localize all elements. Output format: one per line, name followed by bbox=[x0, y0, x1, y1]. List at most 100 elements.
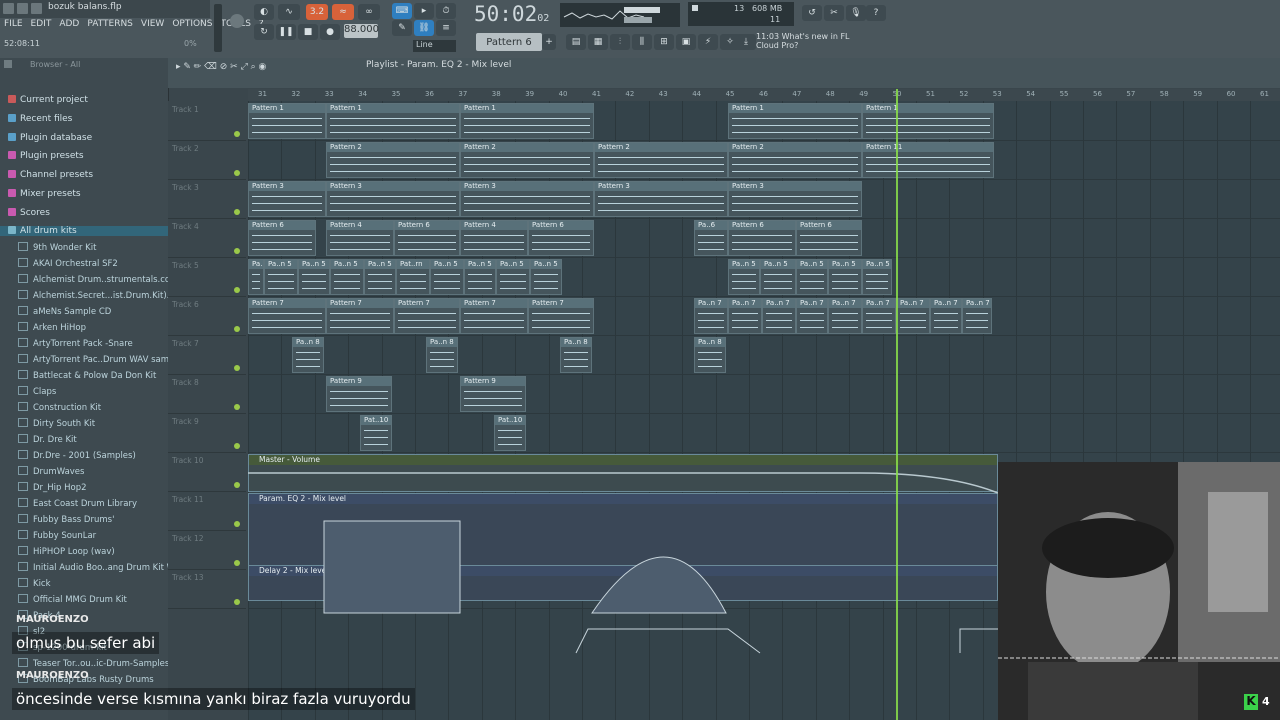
browser-section-5[interactable]: Mixer presets bbox=[8, 189, 81, 199]
track-mute-icon[interactable] bbox=[234, 365, 240, 371]
track-header[interactable]: Track 7 bbox=[168, 335, 246, 375]
timeline-ruler[interactable]: 3132333435363738394041424344454647484950… bbox=[248, 89, 1280, 101]
mixer-window-icon[interactable]: ⫼ bbox=[632, 34, 652, 50]
pause-button[interactable]: ❚❚ bbox=[276, 24, 296, 40]
track-header[interactable]: Track 6 bbox=[168, 296, 246, 336]
track-header[interactable]: Track 3 bbox=[168, 179, 246, 219]
pattern-song-icon[interactable]: ◐ bbox=[254, 4, 274, 20]
help-icon[interactable]: ? bbox=[866, 5, 886, 21]
tempo-display[interactable]: 88.000 bbox=[344, 24, 379, 38]
master-pitch-knob[interactable] bbox=[230, 14, 244, 28]
browser-icon[interactable]: ▣ bbox=[676, 34, 696, 50]
browser-folder-drum-kits[interactable]: All drum kits bbox=[0, 226, 168, 236]
menu-file[interactable]: FILE bbox=[4, 19, 23, 29]
blend-icon[interactable]: ∞ bbox=[358, 4, 380, 20]
browser-section-1[interactable]: Recent files bbox=[8, 113, 72, 124]
kit-item[interactable]: Fubby SounLar bbox=[18, 530, 96, 541]
kit-item[interactable]: Dirty South Kit bbox=[18, 418, 95, 429]
kit-item[interactable]: ArtyTorrent Pac..Drum WAV samples bbox=[18, 354, 186, 365]
kit-item[interactable]: Claps bbox=[18, 386, 56, 397]
track-header[interactable]: Track 2 bbox=[168, 140, 246, 180]
link-icon[interactable]: ⛓ bbox=[414, 20, 434, 36]
kit-item[interactable]: HiPHOP Loop (wav) bbox=[18, 546, 115, 557]
kit-item[interactable]: Initial Audio Boo..ang Drum Kit WiN bbox=[18, 562, 184, 573]
wait-icon[interactable]: ∿ bbox=[278, 4, 300, 20]
playlist-tools-icons[interactable]: ▸ ✎ ✏ ⌫ ⊘ ✂ ⤢ ⌕ ◉ bbox=[176, 62, 336, 74]
loop-icon[interactable]: ↻ bbox=[254, 24, 274, 40]
loop-record-icon[interactable]: ≈ bbox=[332, 4, 354, 20]
news-panel[interactable]: 11:03 What's new in FL Cloud Pro? bbox=[756, 32, 868, 54]
kit-item[interactable]: Alchemist.Secret...ist.Drum.Kit).WAV bbox=[18, 290, 188, 301]
record-button[interactable]: ● bbox=[320, 24, 340, 40]
browser-section-6[interactable]: Scores bbox=[8, 207, 50, 218]
piano-roll-icon[interactable]: ▦ bbox=[588, 34, 608, 50]
mic-icon[interactable]: 🎙 bbox=[846, 5, 866, 21]
track-mute-icon[interactable] bbox=[234, 443, 240, 449]
browser-section-4[interactable]: Channel presets bbox=[8, 170, 93, 180]
typing-keyboard-icon[interactable]: ⌨ bbox=[392, 3, 412, 19]
track-header[interactable]: Track 12 bbox=[168, 530, 246, 570]
kit-item[interactable]: Dr. Dre Kit bbox=[18, 434, 77, 445]
menu-patterns[interactable]: PATTERNS bbox=[87, 19, 133, 29]
browser-section-3[interactable]: Plugin presets bbox=[8, 151, 84, 161]
kit-item[interactable]: Dr.Dre - 2001 (Samples) bbox=[18, 450, 136, 461]
track-header[interactable]: Track 9 bbox=[168, 413, 246, 453]
kit-item[interactable]: Fubby Bass Drums' bbox=[18, 514, 114, 525]
pattern-selector[interactable]: Pattern 6 bbox=[476, 33, 542, 51]
cut-icon[interactable]: ✂ bbox=[824, 5, 844, 21]
kit-item[interactable]: aMeNs Sample CD bbox=[18, 306, 111, 317]
kit-item[interactable]: Kick bbox=[18, 578, 51, 589]
metronome-icon[interactable]: ⏱ bbox=[436, 3, 456, 19]
plug-icon[interactable]: ⚡ bbox=[698, 34, 718, 50]
track-mute-icon[interactable] bbox=[234, 170, 240, 176]
channel-rack-icon[interactable]: ⫶ bbox=[610, 34, 630, 50]
download-icon[interactable]: ⤓ bbox=[736, 34, 756, 50]
panic-icon[interactable] bbox=[692, 5, 698, 11]
add-pattern-icon[interactable]: + bbox=[542, 34, 556, 50]
kit-item[interactable]: Official MMG Drum Kit bbox=[18, 594, 127, 605]
track-header[interactable]: Track 5 bbox=[168, 257, 246, 297]
kit-item[interactable]: Dr_Hip Hop2 bbox=[18, 482, 87, 493]
step-edit-icon[interactable]: ▸ bbox=[414, 3, 434, 19]
kit-item[interactable]: ArtyTorrent Pack -Snare bbox=[18, 338, 133, 349]
track-mute-icon[interactable] bbox=[234, 287, 240, 293]
kit-item[interactable]: Arken HiHop bbox=[18, 322, 86, 333]
track-header[interactable]: Track 11 bbox=[168, 491, 246, 531]
menu-view[interactable]: VIEW bbox=[141, 19, 164, 29]
kit-item[interactable]: 9th Wonder Kit bbox=[18, 242, 96, 253]
kit-item[interactable]: DrumWaves bbox=[18, 466, 84, 477]
stop-button[interactable]: ■ bbox=[298, 24, 318, 40]
browser-section-2[interactable]: Plugin database bbox=[8, 132, 92, 143]
count-in-icon[interactable]: 3.2 bbox=[306, 4, 328, 20]
menu-edit[interactable]: EDIT bbox=[31, 19, 52, 29]
master-volume-slider[interactable] bbox=[214, 4, 222, 52]
track-header[interactable]: Track 1 bbox=[168, 101, 246, 141]
kit-item[interactable]: Alchemist Drum..strumentals.com) bbox=[18, 274, 182, 285]
window-menu-icon[interactable] bbox=[3, 3, 14, 14]
kit-item[interactable]: Battlecat & Polow Da Don Kit bbox=[18, 370, 156, 381]
snap-icon[interactable]: ✎ bbox=[392, 20, 412, 36]
mixer-icon[interactable]: ≡ bbox=[436, 20, 456, 36]
track-header[interactable]: Track 4 bbox=[168, 218, 246, 258]
browser-options-icon[interactable] bbox=[4, 60, 12, 68]
track-mute-icon[interactable] bbox=[234, 131, 240, 137]
track-mute-icon[interactable] bbox=[234, 326, 240, 332]
track-mute-icon[interactable] bbox=[234, 482, 240, 488]
menu-options[interactable]: OPTIONS bbox=[172, 19, 212, 29]
track-mute-icon[interactable] bbox=[234, 521, 240, 527]
playhead[interactable] bbox=[896, 89, 898, 720]
track-header[interactable]: Track 8 bbox=[168, 374, 246, 414]
restore-icon[interactable] bbox=[17, 3, 28, 14]
kit-item[interactable]: AKAI Orchestral SF2 bbox=[18, 258, 118, 269]
track-mute-icon[interactable] bbox=[234, 404, 240, 410]
track-mute-icon[interactable] bbox=[234, 599, 240, 605]
track-mute-icon[interactable] bbox=[234, 209, 240, 215]
kit-item[interactable]: Teaser Tor..ou..ic-Drum-Samples bbox=[18, 658, 169, 669]
browser-section-0[interactable]: Current project bbox=[8, 95, 88, 105]
kit-item[interactable]: East Coast Drum Library bbox=[18, 498, 137, 509]
track-header[interactable]: Track 13 bbox=[168, 569, 246, 609]
playlist-icon[interactable]: ▤ bbox=[566, 34, 586, 50]
track-header[interactable]: Track 10 bbox=[168, 452, 246, 492]
kit-item[interactable]: Construction Kit bbox=[18, 402, 101, 413]
undo-icon[interactable]: ↺ bbox=[802, 5, 822, 21]
